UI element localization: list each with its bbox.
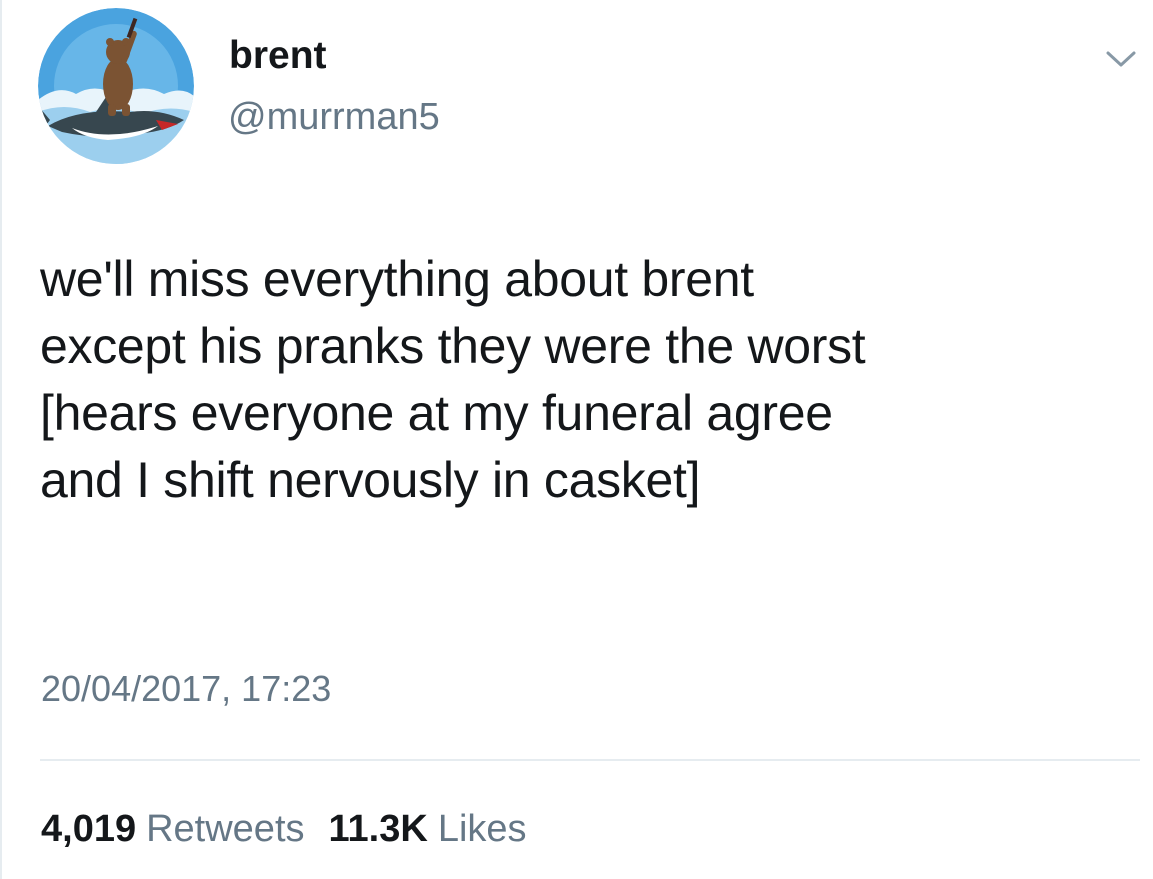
tweet-timestamp[interactable]: 20/04/2017, 17:23	[41, 667, 331, 711]
bear-riding-shark-avatar-image	[38, 8, 194, 164]
retweets-stat[interactable]: 4,019 Retweets	[41, 806, 305, 852]
likes-label: Likes	[437, 808, 527, 850]
avatar[interactable]	[38, 8, 194, 164]
tweet-stats: 4,019 Retweets 11.3K Likes	[41, 806, 527, 852]
likes-count: 11.3K	[328, 808, 428, 850]
tweet-menu-button[interactable]	[1098, 40, 1144, 78]
chevron-down-icon	[1106, 51, 1136, 67]
tweet-card: brent @murrman5 we'll miss everything ab…	[0, 0, 1153, 879]
author-handle[interactable]: @murrman5	[228, 95, 440, 139]
tweet-text: we'll miss everything about brent except…	[40, 251, 866, 508]
likes-stat[interactable]: 11.3K Likes	[329, 806, 527, 852]
divider	[40, 759, 1140, 761]
retweets-count: 4,019	[41, 808, 137, 850]
author-display-name[interactable]: brent	[229, 34, 327, 78]
retweets-label: Retweets	[146, 808, 305, 850]
